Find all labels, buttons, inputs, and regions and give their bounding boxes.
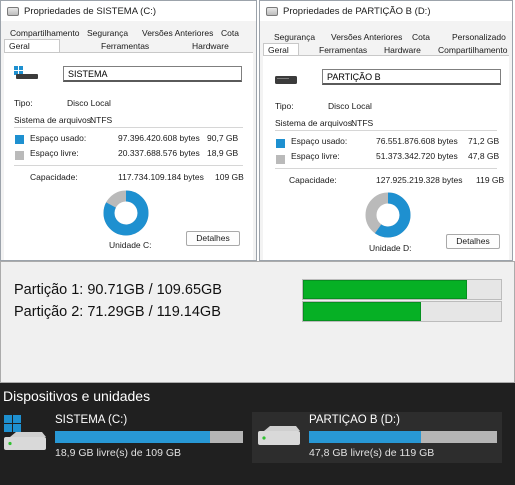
- filesystem-value: NTFS: [351, 118, 374, 128]
- used-space-gb: 71,2 GB: [468, 136, 500, 146]
- drive-icon: [258, 426, 300, 445]
- windows-drive-icon: [14, 66, 38, 79]
- properties-dialog-sistema: Propriedades de SISTEMA (C:) Compartilha…: [0, 0, 257, 261]
- drive-usage-bar: [55, 431, 243, 443]
- partition-1-label: Partição 1: 90.71GB / 109.65GB: [14, 282, 222, 298]
- type-label: Tipo:: [14, 98, 33, 108]
- section-heading: Dispositivos e unidades: [3, 388, 151, 404]
- separator: [14, 165, 243, 166]
- partition-2-label: Partição 2: 71.29GB / 119.14GB: [14, 304, 221, 320]
- type-label: Tipo:: [275, 101, 294, 111]
- used-space-label: Espaço usado:: [30, 133, 87, 143]
- drive-usage-bar: [309, 431, 497, 443]
- capacity-bytes: 127.925.219.328 bytes: [376, 175, 463, 185]
- unit-label: Unidade D:: [369, 243, 412, 253]
- tab-versoes-anteriores[interactable]: Versões Anteriores: [331, 31, 402, 43]
- drive-icon: [266, 6, 278, 16]
- tab-personalizado[interactable]: Personalizado: [452, 31, 506, 43]
- tab-geral[interactable]: Geral: [4, 39, 60, 53]
- separator: [275, 130, 497, 131]
- free-space-label: Espaço livre:: [30, 148, 79, 158]
- tab-compartilhamento[interactable]: Compartilhamento: [10, 27, 79, 39]
- tab-cota[interactable]: Cota: [221, 27, 239, 39]
- devices-and-drives-section: Dispositivos e unidades SISTEMA (C:) 18,…: [0, 383, 515, 485]
- tab-strip: Segurança Versões Anteriores Cota Person…: [260, 21, 512, 56]
- used-space-bytes: 97.396.420.608 bytes: [118, 133, 200, 143]
- used-space-gb: 90,7 GB: [207, 133, 239, 143]
- used-space-label: Espaço usado:: [291, 136, 348, 146]
- window-title: Propriedades de SISTEMA (C:): [24, 5, 156, 17]
- properties-dialog-particao-b: Propriedades de PARTIÇÃO B (D:) Seguranç…: [259, 0, 513, 261]
- capacity-label: Capacidade:: [30, 172, 78, 182]
- used-space-bytes: 76.551.876.608 bytes: [376, 136, 458, 146]
- capacity-gb: 109 GB: [215, 172, 244, 182]
- free-space-bytes: 20.337.688.576 bytes: [118, 148, 200, 158]
- tab-panel-geral: Tipo: Disco Local Sistema de arquivos: N…: [4, 52, 253, 260]
- tab-versoes-anteriores[interactable]: Versões Anteriores: [142, 27, 213, 39]
- tab-seguranca[interactable]: Segurança: [87, 27, 128, 39]
- capacity-label: Capacidade:: [289, 175, 337, 185]
- partition-1-progress-fill: [303, 280, 467, 299]
- capacity-bytes: 117.734.109.184 bytes: [118, 172, 204, 182]
- drive-icon: [275, 76, 297, 84]
- free-space-swatch: [276, 155, 285, 164]
- usage-donut-chart: [103, 190, 149, 236]
- drive-usage-fill: [55, 431, 211, 443]
- drive-name: SISTEMA (C:): [55, 414, 128, 426]
- drive-usage-fill: [309, 431, 422, 443]
- details-button[interactable]: Detalhes: [446, 234, 500, 249]
- type-value: Disco Local: [328, 101, 372, 111]
- volume-name-input[interactable]: [63, 66, 242, 82]
- used-space-swatch: [276, 139, 285, 148]
- tab-hardware[interactable]: Hardware: [192, 40, 229, 52]
- free-space-swatch: [15, 151, 24, 160]
- partition-2-progress-fill: [303, 302, 422, 321]
- tab-ferramentas[interactable]: Ferramentas: [101, 40, 149, 52]
- separator: [275, 168, 497, 169]
- filesystem-value: NTFS: [90, 115, 113, 125]
- free-space-label: Espaço livre:: [291, 151, 340, 161]
- drive-free-space: 47,8 GB livre(s) de 119 GB: [309, 447, 435, 459]
- volume-name-input[interactable]: [322, 69, 501, 85]
- tab-seguranca[interactable]: Segurança: [274, 31, 315, 43]
- filesystem-label: Sistema de arquivos:: [14, 115, 94, 125]
- drive-tile-particao-b[interactable]: PARTIÇAO B (D:) 47,8 GB livre(s) de 119 …: [252, 412, 502, 463]
- drive-icon: [7, 6, 19, 16]
- separator: [14, 127, 243, 128]
- unit-label: Unidade C:: [109, 240, 152, 250]
- partition-1-progress-bar: [302, 279, 502, 300]
- window-title: Propriedades de PARTIÇÃO B (D:): [283, 5, 431, 17]
- windows-drive-icon: [4, 415, 46, 450]
- tab-strip: Compartilhamento Segurança Versões Anter…: [1, 21, 256, 53]
- title-bar: Propriedades de PARTIÇÃO B (D:): [260, 1, 512, 21]
- drive-free-space: 18,9 GB livre(s) de 109 GB: [55, 447, 182, 459]
- free-space-gb: 47,8 GB: [468, 151, 500, 161]
- partition-usage-panel: Partição 1: 90.71GB / 109.65GB Partição …: [0, 261, 515, 383]
- partition-2-progress-bar: [302, 301, 502, 322]
- free-space-gb: 18,9 GB: [207, 148, 239, 158]
- usage-donut-chart: [365, 192, 411, 238]
- title-bar: Propriedades de SISTEMA (C:): [1, 1, 256, 21]
- filesystem-label: Sistema de arquivos:: [275, 118, 355, 128]
- tab-panel-geral: Tipo: Disco Local Sistema de arquivos: N…: [263, 55, 509, 260]
- details-button[interactable]: Detalhes: [186, 231, 240, 246]
- free-space-bytes: 51.373.342.720 bytes: [376, 151, 458, 161]
- type-value: Disco Local: [67, 98, 111, 108]
- drive-name: PARTIÇAO B (D:): [309, 414, 400, 426]
- used-space-swatch: [15, 135, 24, 144]
- drive-tile-sistema[interactable]: SISTEMA (C:) 18,9 GB livre(s) de 109 GB: [0, 412, 251, 463]
- capacity-gb: 119 GB: [476, 175, 505, 185]
- tab-cota[interactable]: Cota: [412, 31, 430, 43]
